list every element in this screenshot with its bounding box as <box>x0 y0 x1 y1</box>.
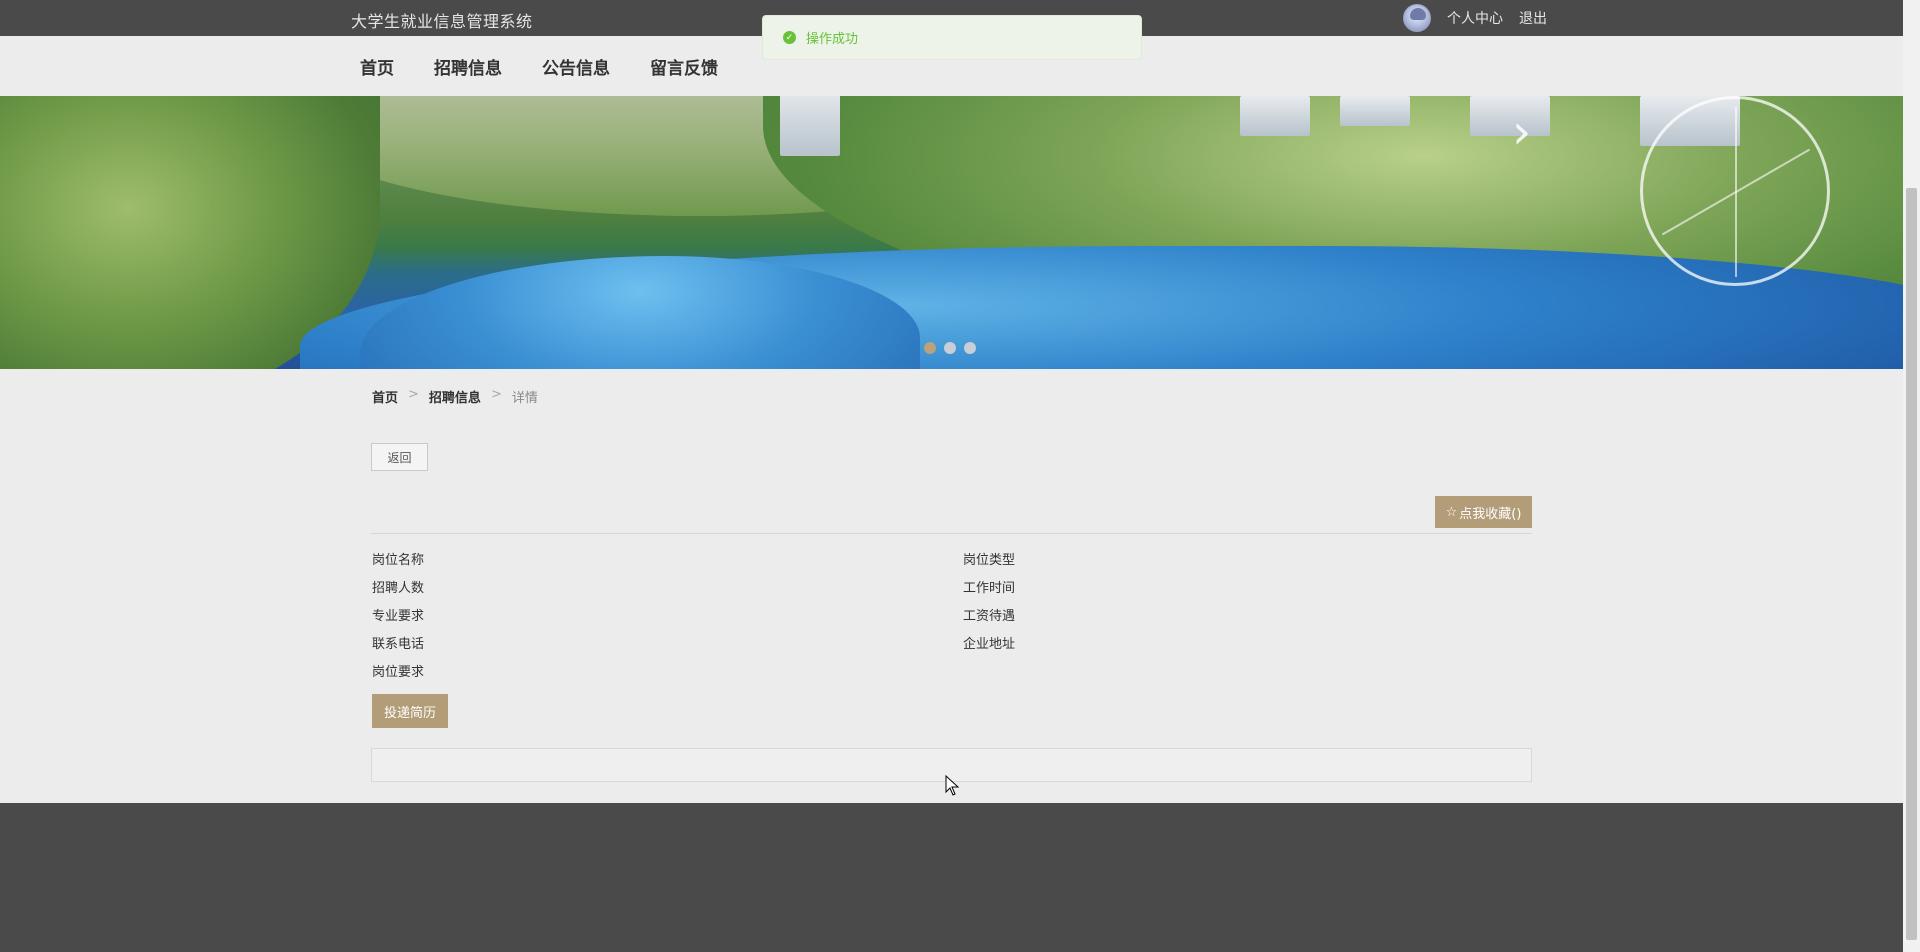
ferris-wheel-image <box>1640 96 1830 286</box>
field-salary: 工资待遇 <box>963 609 1016 624</box>
avatar[interactable] <box>1403 4 1431 32</box>
star-icon: ☆ <box>1445 504 1458 520</box>
detail-section: 首页 > 招聘信息 > 详情 返回 ☆ 点我收藏() 岗位名称 招聘人数 专业要… <box>0 369 1903 803</box>
site-title: 大学生就业信息管理系统 <box>351 12 533 31</box>
favorite-label: 点我收藏() <box>1459 506 1522 522</box>
breadcrumb-home[interactable]: 首页 <box>372 387 398 406</box>
field-job-name: 岗位名称 <box>372 553 425 568</box>
logout-link[interactable]: 退出 <box>1519 8 1547 28</box>
back-button[interactable]: 返回 <box>371 443 428 471</box>
field-work-hours: 工作时间 <box>963 581 1016 596</box>
user-center-link[interactable]: 个人中心 <box>1447 8 1503 28</box>
nav-item-feedback[interactable]: 留言反馈 <box>650 54 718 79</box>
banner-building <box>1340 96 1410 126</box>
divider <box>371 533 1532 534</box>
nav-items: 首页 招聘信息 公告信息 留言反馈 <box>360 36 718 96</box>
carousel-dot[interactable] <box>964 342 976 354</box>
page-root: 大学生就业信息管理系统 个人中心 退出 首页 招聘信息 公告信息 留言反馈 › <box>0 0 1903 952</box>
field-job-type: 岗位类型 <box>963 553 1016 568</box>
banner-building <box>1470 96 1550 136</box>
carousel-dot[interactable] <box>924 342 936 354</box>
scrollbar-thumb[interactable] <box>1906 188 1917 940</box>
nav-item-home[interactable]: 首页 <box>360 54 394 79</box>
breadcrumb-separator: > <box>490 387 502 402</box>
user-area: 个人中心 退出 <box>1403 4 1547 32</box>
breadcrumb-current: 详情 <box>511 391 538 406</box>
field-major-requirement: 专业要求 <box>372 609 425 624</box>
breadcrumb: 首页 > 招聘信息 > 详情 <box>372 387 538 406</box>
banner-building <box>780 96 840 156</box>
favorite-button[interactable]: ☆ 点我收藏() <box>1435 496 1532 528</box>
carousel-dots <box>924 342 976 354</box>
footer <box>0 803 1903 952</box>
breadcrumb-separator: > <box>408 387 419 402</box>
page-scrollbar[interactable] <box>1903 0 1920 952</box>
field-contact-phone: 联系电话 <box>372 637 425 652</box>
field-headcount: 招聘人数 <box>372 581 425 596</box>
success-toast: ✓ 操作成功 <box>762 15 1142 60</box>
mouse-cursor-icon <box>945 775 960 796</box>
banner-carousel[interactable]: › <box>0 96 1903 369</box>
nav-item-announcements[interactable]: 公告信息 <box>542 54 610 79</box>
field-job-requirement: 岗位要求 <box>372 665 425 680</box>
toast-message: 操作成功 <box>806 32 859 47</box>
carousel-dot[interactable] <box>944 342 956 354</box>
breadcrumb-section[interactable]: 招聘信息 <box>429 387 481 406</box>
submit-resume-button[interactable]: 投递简历 <box>372 694 448 728</box>
success-check-icon: ✓ <box>783 31 796 44</box>
field-company-address: 企业地址 <box>963 637 1016 652</box>
carousel-next-arrow-icon[interactable]: › <box>1512 108 1531 156</box>
banner-building <box>1240 96 1310 136</box>
nav-item-recruitment[interactable]: 招聘信息 <box>434 54 502 79</box>
